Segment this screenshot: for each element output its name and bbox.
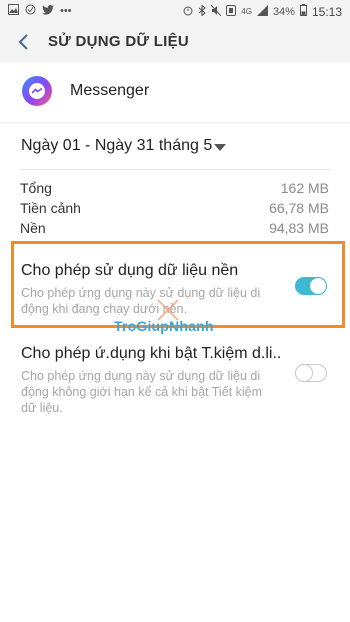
toggle-knob — [294, 363, 313, 382]
app-bar: SỬ DỤNG DỮ LIỆU — [0, 22, 350, 62]
clock: 15:13 — [311, 4, 342, 19]
watermark-logo-icon — [157, 299, 179, 321]
twitter-icon — [42, 4, 54, 18]
dropdown-arrow-icon — [214, 144, 226, 151]
messenger-icon — [22, 76, 52, 106]
lte-icon: 4G — [241, 6, 252, 16]
setting-title: Cho phép ứ.dụng khi bật T.kiệm d.li.. — [21, 345, 282, 362]
status-bar-right: 4G 34% 15:13 — [183, 3, 342, 19]
usage-list: Tổng 162 MB Tiền cảnh 66,78 MB Nền 94,83… — [0, 178, 350, 238]
signal-icon — [256, 4, 268, 19]
usage-label: Tổng — [20, 180, 52, 196]
usage-value: 94,83 MB — [269, 220, 329, 236]
content-card: Messenger Ngày 01 - Ngày 31 tháng 5 Tổng… — [0, 62, 350, 622]
usage-row-total: Tổng 162 MB — [0, 178, 350, 198]
back-chevron-icon[interactable] — [12, 30, 36, 54]
gallery-icon — [8, 4, 19, 18]
date-range-selector[interactable]: Ngày 01 - Ngày 31 tháng 5 — [0, 123, 350, 168]
usage-row-background: Nền 94,83 MB — [0, 218, 350, 238]
usage-label: Nền — [20, 220, 46, 236]
more-icon: ••• — [60, 5, 72, 17]
setting-description: Cho phép ứng dụng này sử dụng dữ liệu di… — [21, 369, 262, 415]
watermark: TroGiupNhanh — [114, 299, 214, 334]
setting-unrestricted-data[interactable]: Cho phép ứ.dụng khi bật T.kiệm d.li.. Ch… — [0, 332, 350, 422]
divider — [20, 169, 330, 170]
setting-title: Cho phép sử dụng dữ liệu nền — [21, 262, 239, 279]
mute-icon — [210, 4, 222, 19]
app-name: Messenger — [70, 82, 150, 99]
nfc-icon — [226, 4, 237, 19]
alarm-icon — [183, 5, 193, 19]
sync-icon — [25, 4, 36, 18]
background-data-toggle[interactable] — [295, 277, 327, 295]
usage-value: 66,78 MB — [269, 200, 329, 216]
usage-label: Tiền cảnh — [20, 200, 81, 216]
unrestricted-data-toggle[interactable] — [294, 363, 327, 382]
usage-value: 162 MB — [280, 180, 329, 196]
bluetooth-icon — [198, 3, 207, 19]
battery-icon — [299, 4, 307, 19]
date-range-label: Ngày 01 - Ngày 31 tháng 5 — [21, 137, 213, 154]
usage-row-foreground: Tiền cảnh 66,78 MB — [0, 198, 350, 218]
setting-description: Cho phép ứng dụng này sử dụng dữ liệu di… — [21, 286, 261, 316]
app-row: Messenger — [0, 62, 350, 122]
toggle-knob — [309, 277, 327, 295]
battery-percent: 34% — [272, 5, 295, 18]
status-bar: ••• 4G 34% 15:13 — [0, 0, 350, 22]
page-title: SỬ DỤNG DỮ LIỆU — [48, 33, 190, 50]
status-bar-left: ••• — [8, 4, 72, 18]
